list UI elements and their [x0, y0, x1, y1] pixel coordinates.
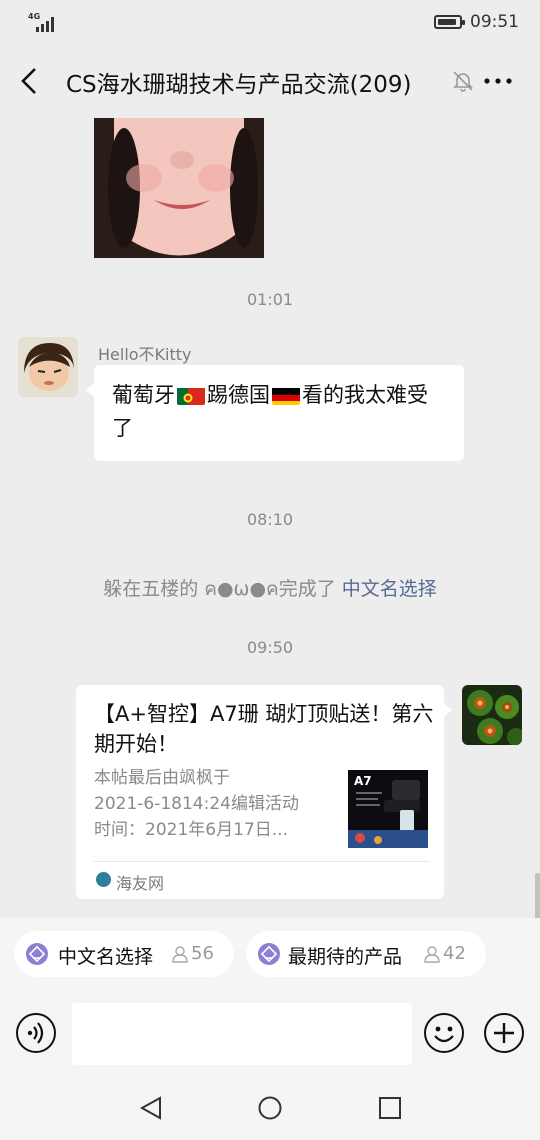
- person-icon: [172, 946, 188, 963]
- message-input[interactable]: [72, 1003, 412, 1065]
- status-time: 09:51: [470, 12, 519, 32]
- topic-label: 中文名选择: [58, 946, 154, 968]
- card-source: 海友网: [116, 874, 165, 893]
- status-bar: 4G 09:51: [0, 0, 540, 44]
- message-timestamp: 01:01: [246, 290, 294, 309]
- germany-flag-icon: [272, 385, 300, 405]
- mute-bell-icon: [451, 69, 475, 93]
- back-arrow-icon[interactable]: [16, 66, 46, 96]
- message-text: 踢德国: [207, 383, 270, 407]
- system-navigation-bar: [0, 1076, 540, 1140]
- card-description: 本帖最后由飒枫于 2021-6-1814:24编辑活动 时间：2021年6月17…: [94, 768, 299, 840]
- topic-icon: [26, 943, 48, 965]
- portugal-flag-icon: [177, 385, 205, 405]
- signal-icon: 4G: [28, 12, 58, 32]
- person-icon: [424, 946, 440, 963]
- sender-avatar[interactable]: [18, 337, 78, 397]
- topic-link[interactable]: 中文名选择: [342, 578, 437, 600]
- sender-name: Hello不Kitty: [98, 345, 192, 364]
- topic-count: 42: [443, 943, 466, 964]
- topic-count: 56: [191, 943, 214, 964]
- nav-back-icon[interactable]: [138, 1095, 164, 1121]
- topic-chip[interactable]: 最期待的产品 42: [246, 931, 486, 977]
- input-bar: [0, 990, 540, 1076]
- more-icon[interactable]: [482, 69, 514, 93]
- card-thumbnail: A7: [348, 770, 428, 848]
- image-message[interactable]: [94, 118, 264, 258]
- emoji-icon[interactable]: [424, 1013, 464, 1053]
- chat-title[interactable]: CS海水珊瑚技术与产品交流(209): [66, 65, 412, 99]
- chat-messages[interactable]: 01:01 Hello不Kitty 葡萄牙 踢德国 看的我太难受了 08:10 躲在…: [0, 118, 540, 918]
- link-card-message[interactable]: 【A+智控】A7珊 瑚灯顶贴送！第六期开始！ 本帖最后由飒枫于 2021-6-1…: [76, 685, 452, 899]
- card-title: 【A+智控】A7珊 瑚灯顶贴送！第六期开始！: [94, 702, 434, 756]
- message-timestamp: 09:50: [246, 638, 294, 657]
- nav-recent-icon[interactable]: [377, 1095, 403, 1121]
- card-divider: [94, 861, 430, 862]
- text-message[interactable]: 葡萄牙 踢德国 看的我太难受了: [86, 365, 464, 461]
- battery-icon: [434, 15, 465, 29]
- topic-icon: [258, 943, 280, 965]
- message-text: 葡萄牙: [112, 383, 175, 407]
- topic-label: 最期待的产品: [288, 946, 403, 968]
- chat-header: CS海水珊瑚技术与产品交流(209): [0, 44, 540, 118]
- scroll-indicator[interactable]: [535, 873, 540, 918]
- topic-bar: 中文名选择 56 最期待的产品 42: [0, 918, 540, 990]
- topic-chip[interactable]: 中文名选择 56: [14, 931, 234, 977]
- my-avatar[interactable]: [462, 685, 522, 745]
- source-icon: [96, 872, 111, 887]
- nav-home-icon[interactable]: [257, 1095, 283, 1121]
- system-message: 躲在五楼的 ค●ω●ค完成了 中文名选择: [103, 578, 437, 600]
- plus-icon[interactable]: [484, 1013, 524, 1053]
- message-timestamp: 08:10: [246, 510, 294, 529]
- voice-icon[interactable]: [16, 1013, 56, 1053]
